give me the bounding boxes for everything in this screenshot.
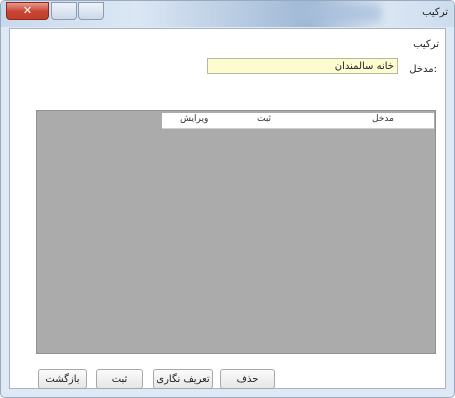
entry-label: مدخل: [409, 64, 437, 75]
column-header-register[interactable]: ثبت [257, 114, 271, 124]
close-icon: ✕ [22, 4, 33, 17]
column-header-edit[interactable]: ویرایش [180, 114, 208, 124]
form-client-area: ترکیب مدخل: ویرایش ثبت مدخل بازگشت ثبت ت… [9, 28, 446, 389]
dialog-window: ✕ ترکیب ترکیب مدخل: ویرایش ثبت مدخل بازگ… [0, 0, 455, 398]
section-label: ترکیب [413, 39, 439, 50]
define-button[interactable]: تعریف نگاری [153, 369, 213, 389]
title-bar[interactable]: ✕ ترکیب [1, 1, 454, 27]
maximize-button[interactable] [51, 2, 77, 20]
delete-button[interactable]: حذف [220, 369, 275, 389]
entries-grid[interactable]: ویرایش ثبت مدخل [36, 110, 436, 354]
entry-input[interactable] [207, 58, 398, 74]
grid-header: ویرایش ثبت مدخل [162, 113, 434, 129]
back-button[interactable]: بازگشت [38, 369, 87, 389]
column-header-entry[interactable]: مدخل [372, 114, 394, 124]
window-title: ترکیب [422, 7, 448, 18]
title-bar-glare [301, 5, 381, 21]
minimize-button[interactable] [78, 2, 104, 20]
close-button[interactable]: ✕ [6, 2, 49, 20]
register-button[interactable]: ثبت [96, 369, 143, 389]
